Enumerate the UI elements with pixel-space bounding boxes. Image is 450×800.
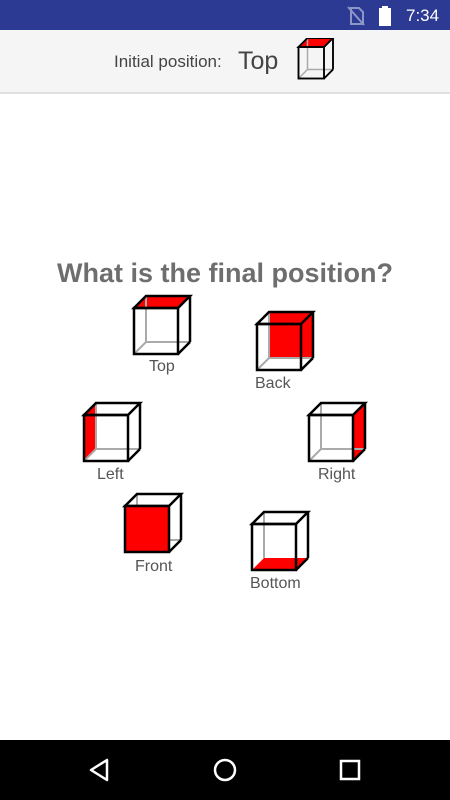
recents-icon[interactable]: [335, 755, 365, 785]
header-bar: Initial position: Top: [0, 30, 450, 94]
option-left-label: Left: [97, 466, 124, 483]
option-right-label: Right: [318, 466, 356, 483]
option-back-button[interactable]: [253, 310, 317, 374]
question-title: What is the final position?: [57, 258, 393, 288]
option-top-label: Top: [149, 358, 175, 375]
option-back-label: Back: [255, 375, 291, 392]
navigation-bar: [0, 740, 450, 800]
back-icon[interactable]: [85, 755, 115, 785]
status-time: 7:34: [406, 6, 440, 25]
no-sim-icon: [347, 6, 365, 26]
initial-position-label: Initial position:: [114, 52, 222, 71]
initial-position-value: Top: [238, 47, 279, 75]
status-bar: 7:34: [0, 0, 450, 30]
home-icon[interactable]: [210, 755, 240, 785]
cube-top-icon: [296, 38, 335, 80]
option-right-button[interactable]: [305, 401, 369, 465]
option-left-button[interactable]: [80, 401, 144, 465]
battery-icon: [379, 6, 391, 26]
option-bottom-button[interactable]: [248, 510, 312, 574]
option-front-button[interactable]: [121, 492, 185, 556]
option-bottom-label: Bottom: [250, 575, 301, 592]
option-front-label: Front: [135, 558, 173, 575]
option-top-button[interactable]: [130, 294, 194, 358]
